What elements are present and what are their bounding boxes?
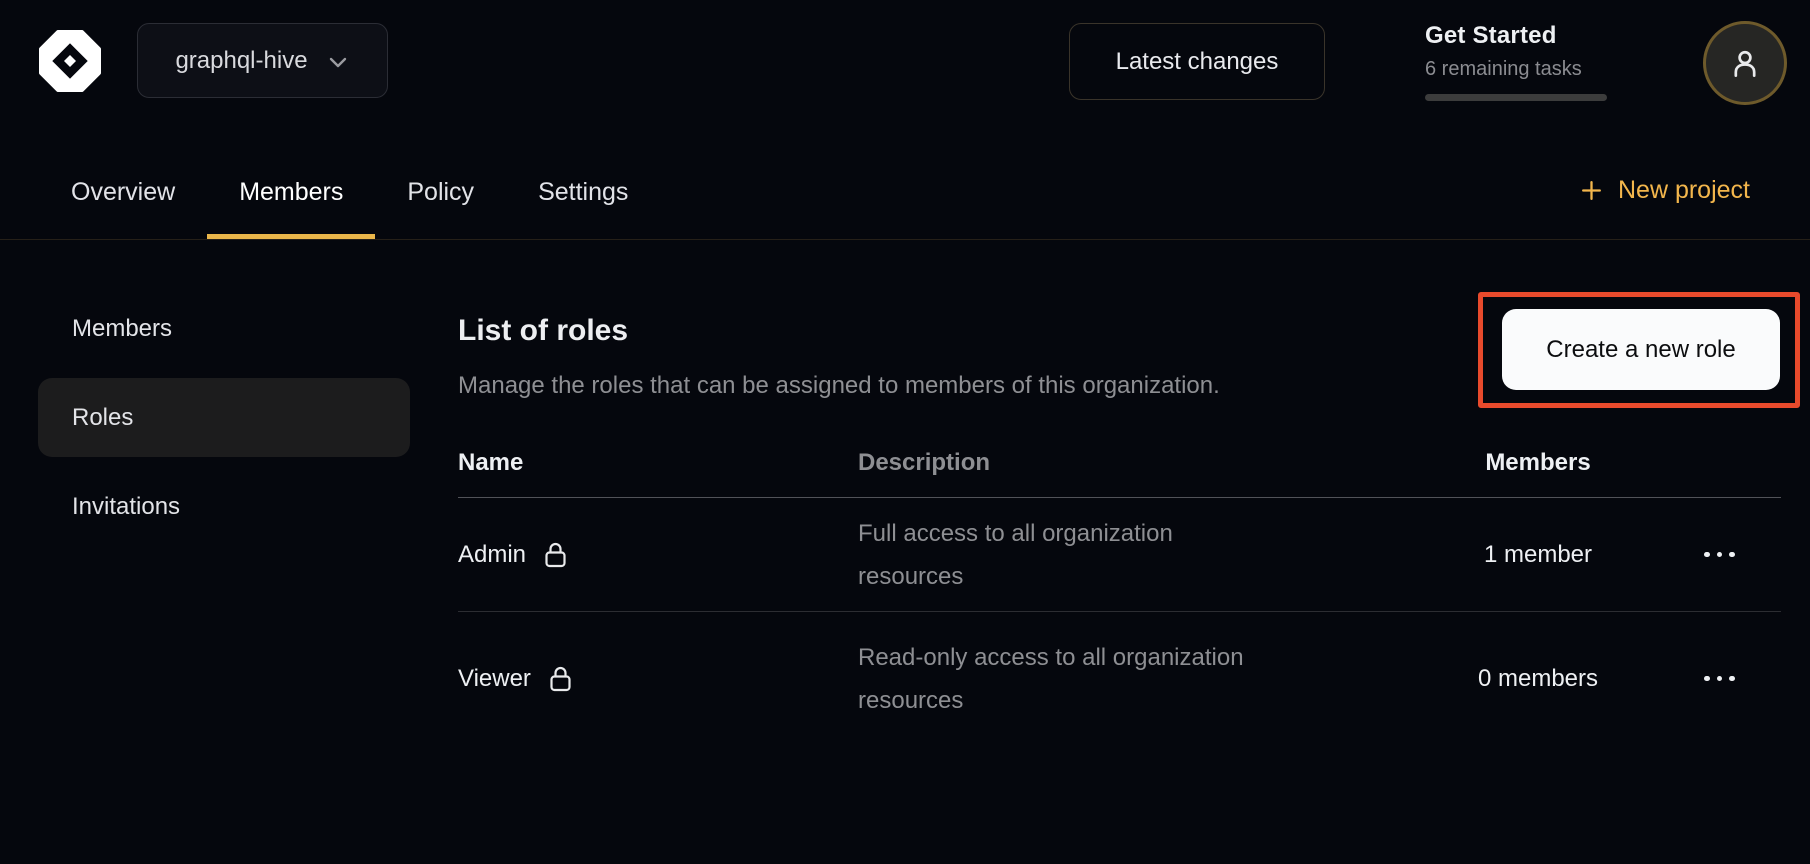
user-icon [1726, 44, 1764, 82]
role-name: Admin [458, 541, 526, 569]
sidebar-item-invitations[interactable]: Invitations [38, 467, 410, 546]
ellipsis-icon [1704, 676, 1710, 682]
tab-settings[interactable]: Settings [506, 140, 660, 239]
role-member-count: 0 members [1418, 665, 1658, 693]
user-avatar[interactable] [1703, 21, 1787, 105]
create-role-button[interactable]: Create a new role [1502, 309, 1780, 390]
tab-members[interactable]: Members [207, 140, 375, 239]
row-menu-button[interactable] [1694, 542, 1745, 568]
lock-icon [547, 664, 574, 693]
get-started-progress-bar [1425, 94, 1607, 101]
lock-icon [542, 540, 569, 569]
page-description: Manage the roles that can be assigned to… [458, 372, 1220, 400]
column-header-name: Name [458, 449, 858, 477]
sidebar-item-roles[interactable]: Roles [38, 378, 410, 457]
row-menu-button[interactable] [1694, 666, 1745, 692]
column-header-description: Description [858, 441, 1418, 484]
chevron-down-icon [326, 50, 350, 74]
tab-overview[interactable]: Overview [39, 140, 207, 239]
latest-changes-button[interactable]: Latest changes [1069, 23, 1325, 100]
members-sidebar: Members Roles Invitations [38, 289, 410, 556]
tab-policy[interactable]: Policy [375, 140, 506, 239]
table-row-viewer: Viewer Read-only access to all organizat… [458, 612, 1781, 745]
ellipsis-icon [1704, 552, 1710, 558]
new-project-button[interactable]: New project [1579, 140, 1750, 240]
get-started-subtitle: 6 remaining tasks [1425, 58, 1615, 81]
sidebar-item-members[interactable]: Members [38, 289, 410, 368]
get-started-widget[interactable]: Get Started 6 remaining tasks [1425, 22, 1615, 101]
table-header-row: Name Description Members [458, 428, 1781, 498]
roles-table: Name Description Members Admin Full acce… [458, 428, 1781, 745]
plus-icon [1579, 178, 1604, 203]
org-tab-bar: Overview Members Policy Settings New pro… [0, 140, 1810, 240]
role-name: Viewer [458, 665, 531, 693]
hive-logo-icon[interactable] [37, 28, 103, 94]
table-row-admin: Admin Full access to all organization re… [458, 498, 1781, 612]
page-title: List of roles [458, 314, 628, 348]
column-header-members: Members [1418, 449, 1658, 477]
hive-dashboard: graphql-hive Latest changes Get Started … [0, 0, 1810, 864]
org-selector[interactable]: graphql-hive [137, 23, 388, 98]
role-description: Full access to all organization resource… [858, 512, 1278, 598]
latest-changes-label: Latest changes [1116, 48, 1279, 76]
get-started-title: Get Started [1425, 22, 1615, 50]
role-member-count: 1 member [1418, 541, 1658, 569]
org-selector-label: graphql-hive [175, 47, 307, 75]
new-project-label: New project [1618, 176, 1750, 205]
role-description: Read-only access to all organization res… [858, 636, 1278, 722]
